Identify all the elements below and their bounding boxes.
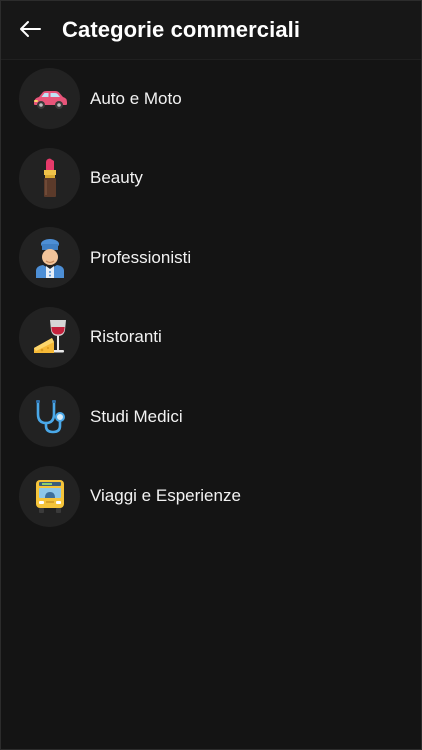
back-button[interactable] (13, 13, 47, 45)
car-icon (33, 90, 67, 109)
stethoscope-icon (35, 399, 65, 434)
arrow-left-icon (20, 21, 41, 37)
app-screen: Categorie commerciali Auto e Moto Beauty… (0, 0, 422, 750)
category-icon-circle (19, 306, 80, 368)
category-label: Auto e Moto (90, 88, 182, 108)
category-label: Ristoranti (90, 327, 162, 347)
category-label: Professionisti (90, 247, 192, 267)
category-icon-circle (19, 386, 80, 448)
page-title: Categorie commerciali (62, 17, 301, 42)
chef-icon (35, 238, 64, 278)
category-icon-circle (19, 147, 80, 209)
category-item-viaggi-e-esperienze[interactable]: Viaggi e Esperienze (1, 457, 421, 537)
bus-icon (35, 480, 64, 514)
category-icon-circle (19, 465, 80, 527)
lipstick-icon (43, 158, 56, 198)
wine-cheese-icon (33, 320, 66, 354)
category-item-professionisti[interactable]: Professionisti (1, 218, 421, 298)
category-list: Auto e Moto Beauty Professionisti Ristor… (1, 59, 421, 536)
category-item-beauty[interactable]: Beauty (1, 139, 421, 219)
category-item-ristoranti[interactable]: Ristoranti (1, 298, 421, 378)
category-icon-circle (19, 227, 80, 289)
category-label: Studi Medici (90, 406, 183, 426)
category-icon-circle (19, 68, 80, 130)
category-label: Viaggi e Esperienze (90, 486, 241, 506)
category-item-auto-e-moto[interactable]: Auto e Moto (1, 59, 421, 139)
app-header: Categorie commerciali (1, 1, 421, 59)
category-item-studi-medici[interactable]: Studi Medici (1, 377, 421, 457)
category-label: Beauty (90, 168, 143, 188)
